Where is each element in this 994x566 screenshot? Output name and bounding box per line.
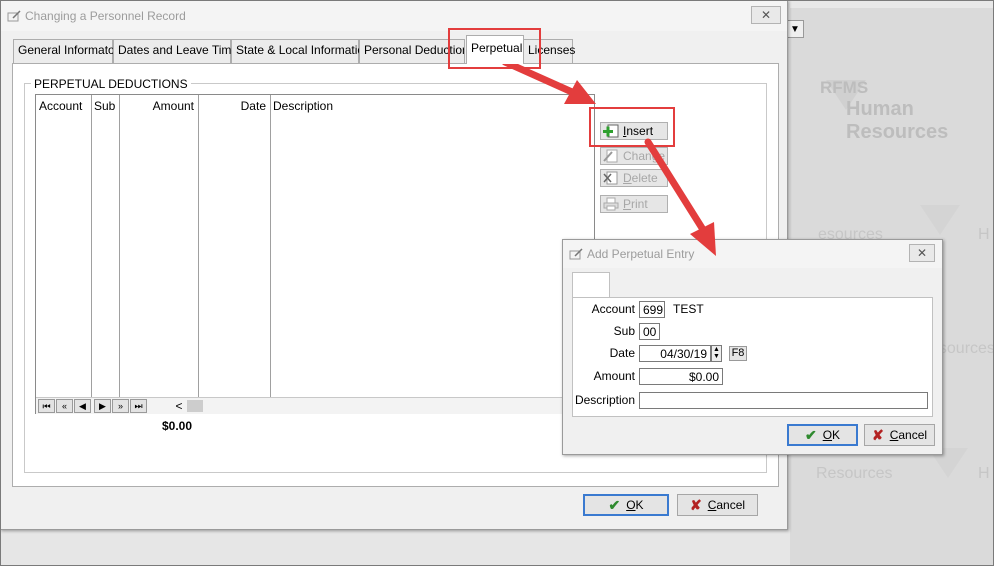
printer-icon	[603, 197, 619, 211]
nav-prev-page-icon[interactable]: «	[56, 399, 73, 413]
delete-button[interactable]: Delete	[600, 169, 668, 187]
tab-state-local-information[interactable]: State & Local Information	[231, 39, 371, 63]
date-lookup-button[interactable]: F8	[729, 346, 747, 361]
tab-label: General Informaton	[18, 43, 122, 57]
cancel-label: Cancel	[707, 498, 746, 512]
checkmark-icon: ✔	[804, 426, 817, 443]
tab-label: Dates and Leave Time	[118, 43, 239, 57]
watermark-h-2: H	[978, 465, 990, 482]
date-field[interactable]: 04/30/19	[639, 345, 711, 362]
cancel-button[interactable]: ✘ Cancel	[677, 494, 758, 516]
change-label: Change	[623, 149, 666, 163]
amount-field[interactable]: $0.00	[639, 368, 723, 385]
account-name: TEST	[673, 302, 704, 316]
ok-label: OK	[626, 498, 644, 512]
watermark-h-1: H	[978, 226, 990, 243]
dialog-close-button[interactable]: ✕	[909, 244, 935, 262]
description-field[interactable]	[639, 392, 928, 409]
nav-first-icon[interactable]: ⏮	[38, 399, 55, 413]
pencil-icon	[569, 248, 583, 260]
change-button[interactable]: Change	[600, 147, 668, 165]
watermark-logo-icon	[920, 205, 960, 235]
insert-button-highlight	[589, 107, 675, 147]
col-header-date[interactable]: Date	[202, 99, 266, 113]
nav-prev-icon[interactable]: ◀	[74, 399, 91, 413]
tab-perpetual[interactable]: Perpetual	[466, 35, 524, 64]
dialog-title: Add Perpetual Entry	[587, 247, 695, 261]
main-title-bar[interactable]: Changing a Personnel Record	[1, 1, 787, 31]
sub-label: Sub	[613, 324, 635, 338]
dialog-tab[interactable]	[572, 272, 610, 298]
grid-navigation-bar: ⏮ « ◀ ▶ » ⏭ <	[36, 397, 594, 414]
delete-label: Delete	[623, 171, 658, 185]
scroll-left-icon[interactable]: <	[172, 399, 186, 413]
checkmark-icon: ✔	[608, 496, 621, 513]
cancel-x-icon: ✘	[871, 426, 884, 443]
main-window-title: Changing a Personnel Record	[25, 9, 186, 23]
horizontal-scroll-thumb[interactable]	[187, 400, 203, 412]
main-close-button[interactable]: ✕	[751, 6, 781, 24]
sub-field[interactable]: 00	[639, 323, 660, 340]
delete-record-icon	[603, 171, 618, 185]
date-spinner[interactable]: ▲ ▼	[711, 345, 722, 362]
close-icon: ✕	[916, 246, 928, 260]
col-header-amount[interactable]: Amount	[120, 99, 194, 113]
date-label: Date	[609, 346, 635, 360]
group-title: PERPETUAL DEDUCTIONS	[31, 77, 191, 91]
tab-label: State & Local Information	[236, 43, 371, 57]
total-amount: $0.00	[162, 419, 193, 433]
pencil-icon	[7, 10, 21, 22]
bg-title-bar-strip	[790, 0, 994, 8]
print-label: Print	[623, 197, 648, 211]
ok-button[interactable]: ✔ OK	[583, 494, 669, 516]
nav-next-icon[interactable]: ▶	[94, 399, 111, 413]
tab-dates-and-leave-time[interactable]: Dates and Leave Time	[113, 39, 238, 63]
nav-next-page-icon[interactable]: »	[112, 399, 129, 413]
print-button[interactable]: Print	[600, 195, 668, 213]
bg-brand-full: Human Resources	[846, 98, 949, 143]
spin-up-icon[interactable]: ▲	[712, 346, 721, 353]
col-header-description[interactable]: Description	[273, 99, 333, 113]
account-field[interactable]: 699	[639, 301, 665, 318]
description-label: Description	[574, 393, 635, 407]
column-divider	[198, 95, 199, 397]
deductions-grid[interactable]: Account Sub Amount Date Description ⏮ « …	[35, 94, 595, 414]
dialog-title-bar[interactable]: Add Perpetual Entry	[563, 240, 942, 268]
dialog-cancel-button[interactable]: ✘ Cancel	[864, 424, 935, 446]
cancel-x-icon: ✘	[689, 496, 702, 513]
spin-down-icon[interactable]: ▼	[712, 353, 721, 360]
add-perpetual-entry-dialog: Add Perpetual Entry ✕ Account 699 TEST S…	[562, 239, 943, 455]
close-icon: ✕	[760, 8, 772, 22]
bg-dropdown-arrow[interactable]: ▼	[786, 20, 804, 38]
tab-general-information[interactable]: General Informaton	[13, 39, 121, 63]
column-divider	[270, 95, 271, 397]
bg-brand-short: RFMS	[820, 78, 869, 97]
nav-last-icon[interactable]: ⏭	[130, 399, 147, 413]
watermark-resources: Resources	[816, 465, 893, 482]
column-divider	[91, 95, 92, 397]
amount-label: Amount	[593, 369, 635, 383]
column-divider	[119, 95, 120, 397]
account-label: Account	[591, 302, 635, 316]
tab-label: Perpetual	[471, 41, 523, 55]
col-header-account[interactable]: Account	[39, 99, 82, 113]
dialog-ok-button[interactable]: ✔ OK	[787, 424, 858, 446]
cancel-label: Cancel	[889, 428, 928, 442]
ok-label: OK	[822, 428, 841, 442]
col-header-sub[interactable]: Sub	[94, 99, 115, 113]
edit-record-icon	[603, 149, 618, 163]
